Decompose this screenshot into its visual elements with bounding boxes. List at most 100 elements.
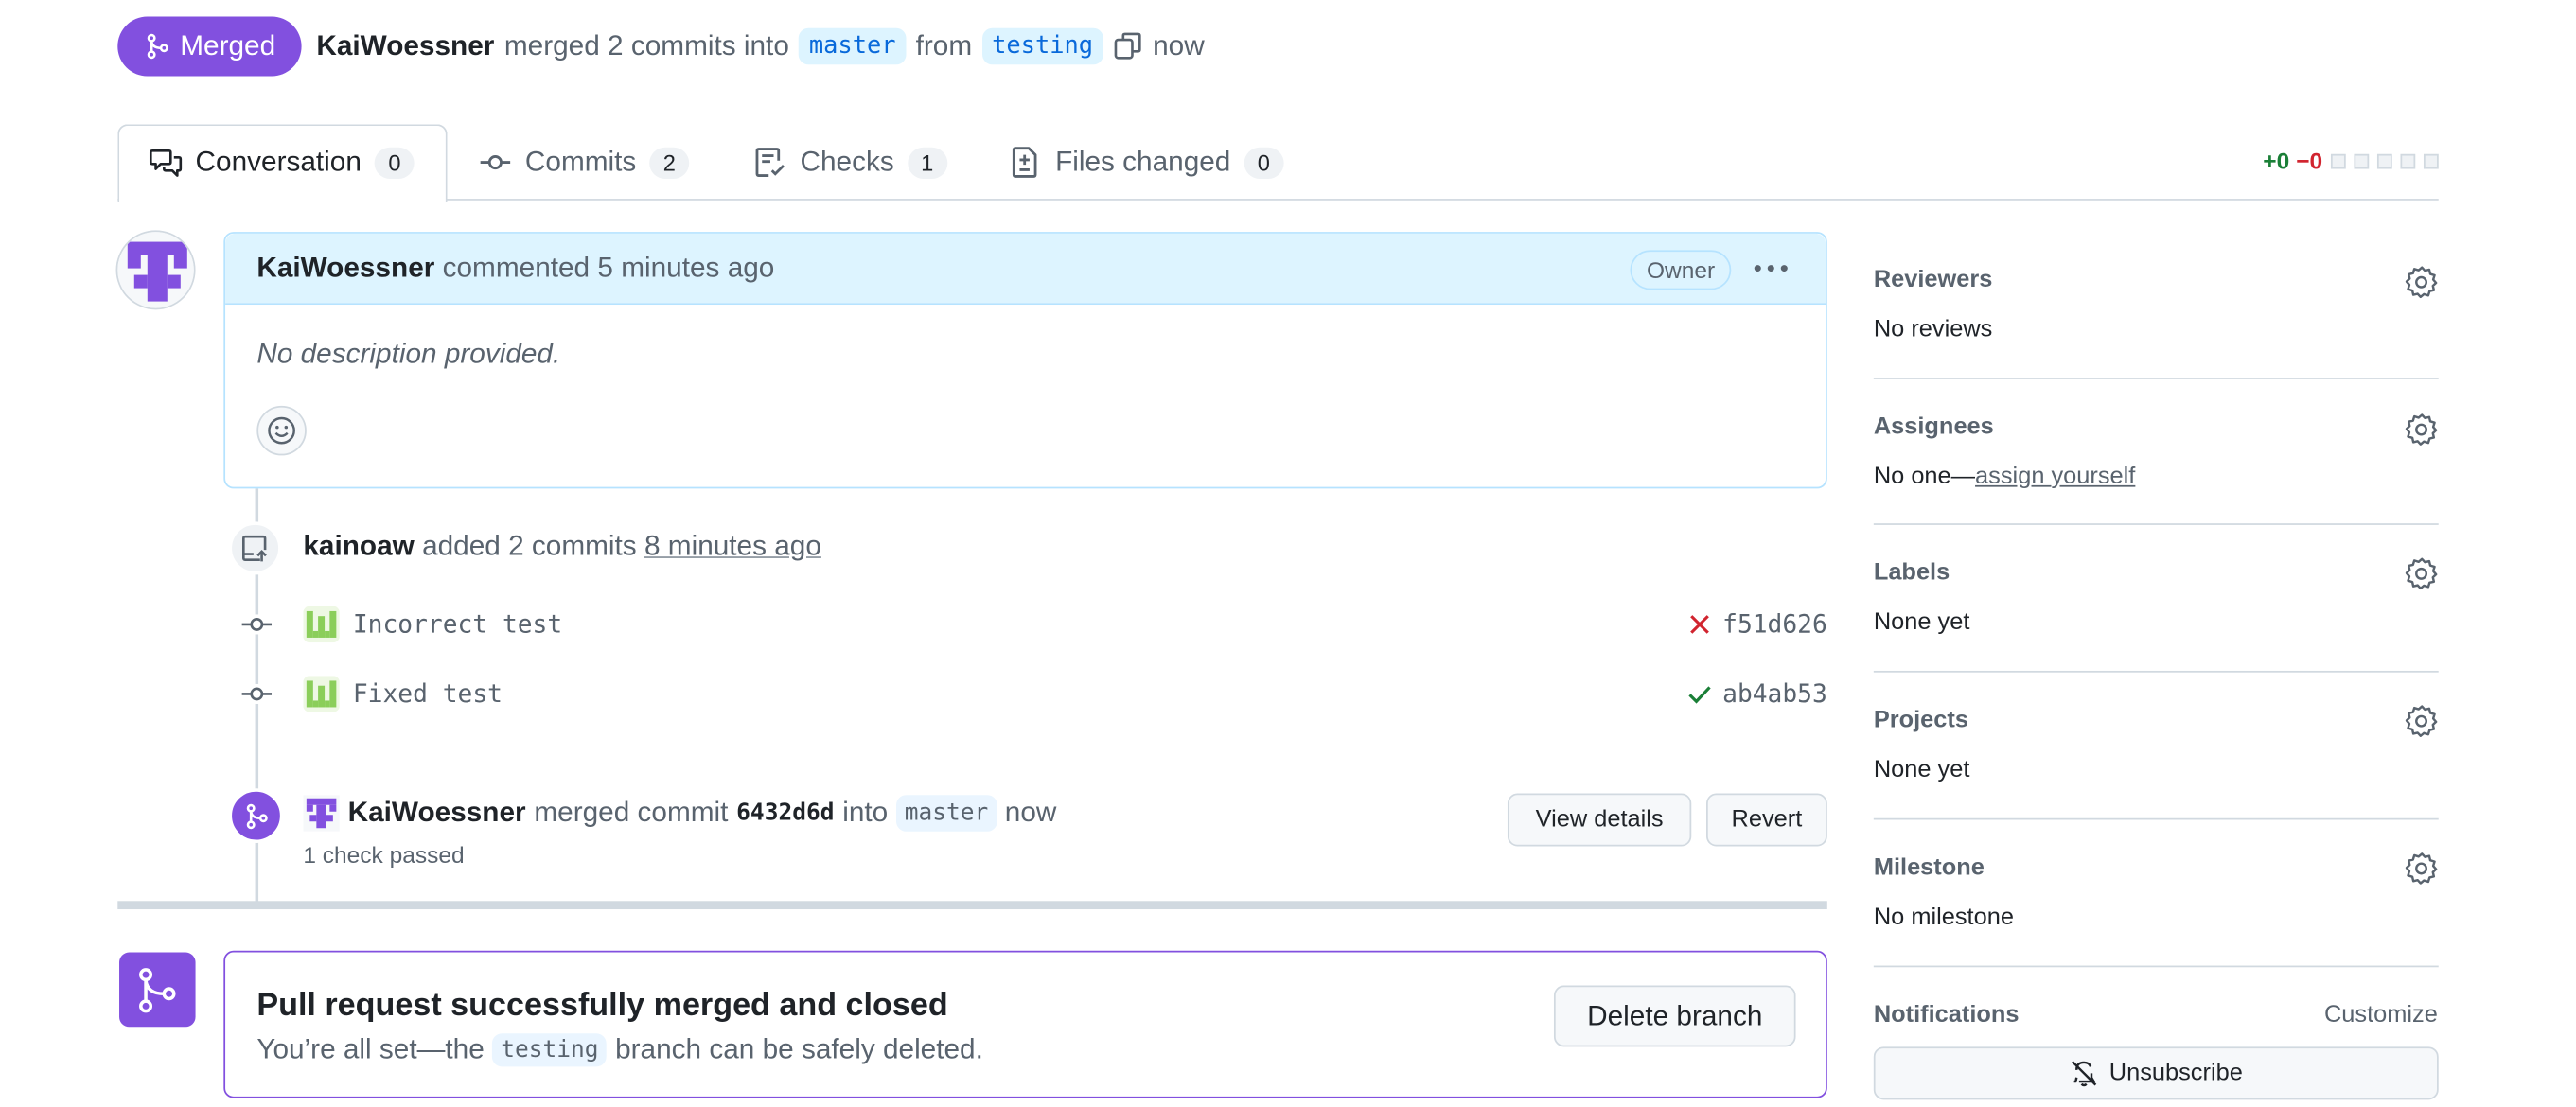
base-branch-label[interactable]: master xyxy=(799,27,907,65)
identicon-avatar xyxy=(117,232,194,308)
comment-author-link[interactable]: KaiWoessner xyxy=(256,252,434,283)
x-icon[interactable] xyxy=(1686,611,1713,638)
gear-icon[interactable] xyxy=(2405,265,2439,299)
tab-files-changed-label: Files changed xyxy=(1055,146,1231,178)
git-merge-icon xyxy=(139,967,176,1012)
sidebar-reviewers-value: No reviews xyxy=(1873,316,1993,343)
assign-yourself-link[interactable]: assign yourself xyxy=(1975,464,2135,490)
comment-header: KaiWoessner commented 5 minutes ago Owne… xyxy=(225,233,1826,306)
identicon-avatar[interactable] xyxy=(303,795,340,832)
commit-sha-link[interactable]: ab4ab53 xyxy=(1722,679,1827,710)
from-text: from xyxy=(915,29,973,62)
commit-author-avatar[interactable] xyxy=(303,606,340,643)
merged-status-icon-badge xyxy=(119,952,196,1028)
merge-action: merged commit xyxy=(534,796,729,829)
delete-branch-button[interactable]: Delete branch xyxy=(1553,985,1796,1047)
merge-event-icon-badge xyxy=(228,788,284,844)
comment-discussion-icon xyxy=(149,149,183,177)
sidebar-assignees-value: No one—assign yourself xyxy=(1874,464,2136,490)
merge-sub-branch: testing xyxy=(492,1033,608,1067)
sidebar-assignees-title[interactable]: Assignees xyxy=(1874,414,1994,441)
merge-sub-before: You’re all set—the xyxy=(256,1033,485,1065)
sidebar-projects-title[interactable]: Projects xyxy=(1874,707,1968,733)
sidebar-divider xyxy=(1873,965,2439,968)
status-badge-merged: Merged xyxy=(117,16,302,77)
gear-icon[interactable] xyxy=(2405,556,2439,590)
diffstat-box xyxy=(2423,152,2439,168)
file-diff-icon xyxy=(1012,147,1037,178)
tab-checks-count: 1 xyxy=(907,146,947,179)
push-actor-link[interactable]: kainoaw xyxy=(303,530,414,561)
view-details-button[interactable]: View details xyxy=(1507,793,1692,847)
comment-body: No description provided. xyxy=(256,338,561,370)
merge-event-text: KaiWoessner merged commit 6432d6d into m… xyxy=(303,795,1056,832)
commit-sha-row: f51d626 xyxy=(1686,609,1827,640)
comment-action: commented xyxy=(442,252,591,284)
commit-node xyxy=(241,683,273,704)
merge-branch-label[interactable]: master xyxy=(895,795,997,832)
sidebar-labels-title[interactable]: Labels xyxy=(1874,560,1950,587)
merge-status-title: Pull request successfully merged and clo… xyxy=(256,987,948,1024)
commit-sha-link[interactable]: f51d626 xyxy=(1722,609,1827,640)
customize-notifications-link[interactable]: Customize xyxy=(2324,1002,2438,1028)
tab-conversation[interactable]: Conversation 0 xyxy=(149,124,415,201)
repo-push-icon xyxy=(242,535,267,562)
pr-author-link[interactable]: KaiWoessner xyxy=(316,30,494,63)
timeline-end-divider xyxy=(117,901,1827,910)
gear-icon[interactable] xyxy=(2405,704,2439,737)
add-reaction-button[interactable] xyxy=(256,405,307,456)
push-time-link[interactable]: 8 minutes ago xyxy=(644,530,821,561)
merge-into: into xyxy=(842,796,889,829)
merge-time: now xyxy=(1153,29,1205,62)
push-event-icon-badge xyxy=(228,521,282,575)
tab-checks[interactable]: Checks 1 xyxy=(753,124,947,201)
git-commit-icon xyxy=(241,687,273,701)
diffstat-removed: −0 xyxy=(2296,147,2323,174)
merge-time: now xyxy=(1004,796,1057,829)
git-commit-icon xyxy=(241,618,273,631)
tab-files-changed[interactable]: Files changed 0 xyxy=(1009,124,1284,201)
head-branch-label[interactable]: testing xyxy=(981,27,1103,65)
merge-commit-sha-link[interactable]: 6432d6d xyxy=(736,800,834,826)
merge-status-subtitle: You’re all set—the testing branch can be… xyxy=(256,1033,983,1067)
merge-actor-link[interactable]: KaiWoessner xyxy=(348,797,526,830)
tab-commits[interactable]: Commits 2 xyxy=(479,124,690,201)
unsubscribe-label: Unsubscribe xyxy=(2108,1060,2243,1087)
check-icon[interactable] xyxy=(1686,680,1713,707)
merge-status-box: Pull request successfully merged and clo… xyxy=(223,950,1827,1098)
sidebar-reviewers-title[interactable]: Reviewers xyxy=(1874,267,1993,293)
avatar[interactable] xyxy=(115,230,196,310)
commit-message-link[interactable]: Incorrect test xyxy=(353,609,562,640)
unsubscribe-button[interactable]: Unsubscribe xyxy=(1873,1046,2439,1100)
kebab-horizontal-icon xyxy=(1754,265,1788,272)
gear-icon[interactable] xyxy=(2405,413,2439,446)
smiley-icon xyxy=(268,416,295,445)
comment-time-link[interactable]: 5 minutes ago xyxy=(597,252,774,283)
diffstat-box xyxy=(2330,152,2346,168)
comment-options-button[interactable] xyxy=(1746,247,1796,290)
git-merge-icon xyxy=(245,802,267,829)
tab-commits-count: 2 xyxy=(649,146,690,179)
checklist-icon xyxy=(755,148,785,177)
sidebar-milestone-title[interactable]: Milestone xyxy=(1874,854,1985,881)
sidebar-divider xyxy=(1873,378,2439,379)
diffstat-added: +0 xyxy=(2263,147,2290,174)
gear-icon[interactable] xyxy=(2405,852,2439,885)
revert-button[interactable]: Revert xyxy=(1706,793,1827,847)
sidebar-labels-value: None yet xyxy=(1873,609,1970,637)
commit-message-link[interactable]: Fixed test xyxy=(353,679,503,710)
merge-sub-after: branch can be safely deleted. xyxy=(615,1033,983,1065)
diffstat-box xyxy=(2376,152,2392,168)
status-label: Merged xyxy=(180,29,276,62)
tab-commits-label: Commits xyxy=(524,146,637,178)
commit-author-avatar[interactable] xyxy=(303,676,340,712)
owner-badge: Owner xyxy=(1630,250,1732,290)
assignees-none: No one— xyxy=(1873,464,1976,491)
bell-slash-icon xyxy=(2072,1061,2097,1087)
tab-conversation-label: Conversation xyxy=(195,146,362,178)
sidebar-divider xyxy=(1873,670,2439,673)
identicon-avatar xyxy=(303,606,340,643)
copy-icon[interactable] xyxy=(1113,31,1143,62)
checks-status: 1 check passed xyxy=(303,841,465,869)
diffstat-box xyxy=(2400,152,2416,168)
